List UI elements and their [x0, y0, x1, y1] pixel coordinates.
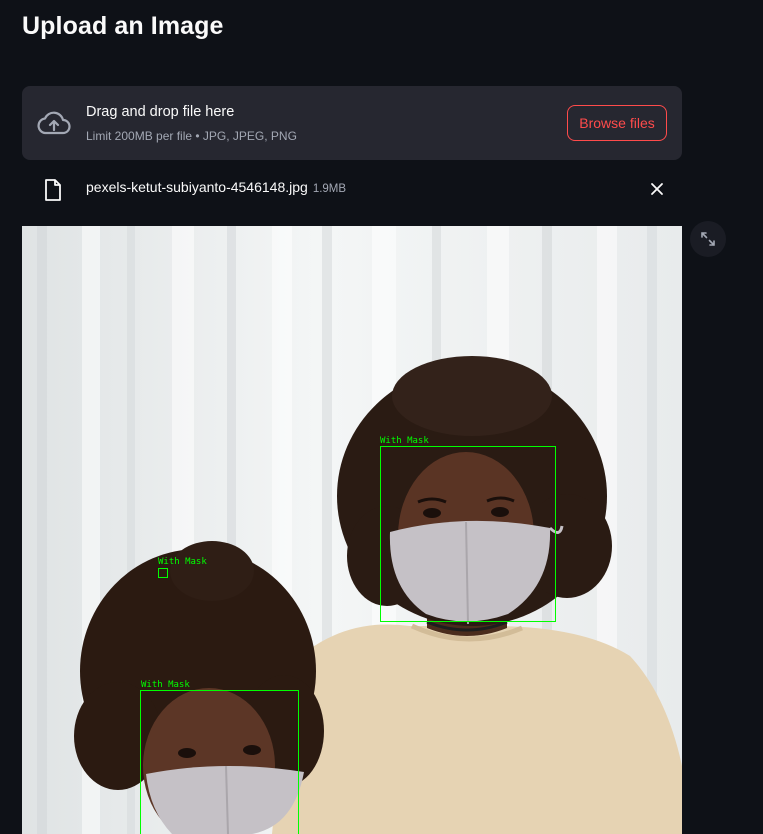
detection-box: [380, 446, 556, 622]
file-icon: [45, 179, 61, 201]
file-name: pexels-ketut-subiyanto-4546148.jpg: [86, 179, 308, 195]
detection-box: [158, 568, 168, 578]
detection-label: With Mask: [380, 436, 429, 446]
detection-box: [140, 690, 299, 834]
file-size: 1.9MB: [312, 183, 347, 195]
page-title: Upload an Image: [22, 12, 224, 40]
close-icon[interactable]: [648, 180, 666, 198]
app-page: Upload an Image Drag and drop file here …: [0, 0, 763, 834]
expand-icon: [701, 232, 715, 246]
file-dropzone[interactable]: Drag and drop file here Limit 200MB per …: [22, 86, 682, 160]
browse-files-button[interactable]: Browse files: [567, 105, 667, 141]
photo-illustration: [22, 226, 682, 834]
detection-label: With Mask: [141, 680, 190, 690]
file-name-line: pexels-ketut-subiyanto-4546148.jpg 1.9MB: [86, 179, 346, 195]
fullscreen-button[interactable]: [690, 221, 726, 257]
uploaded-file-row: pexels-ketut-subiyanto-4546148.jpg 1.9MB: [22, 170, 682, 208]
dropzone-limit-text: Limit 200MB per file • JPG, JPEG, PNG: [86, 129, 297, 143]
dropzone-instructions: Drag and drop file here: [86, 104, 235, 120]
detection-result-image: With Mask With Mask With Mask: [22, 226, 682, 834]
cloud-upload-icon: [37, 111, 71, 135]
detection-label: With Mask: [158, 557, 207, 567]
